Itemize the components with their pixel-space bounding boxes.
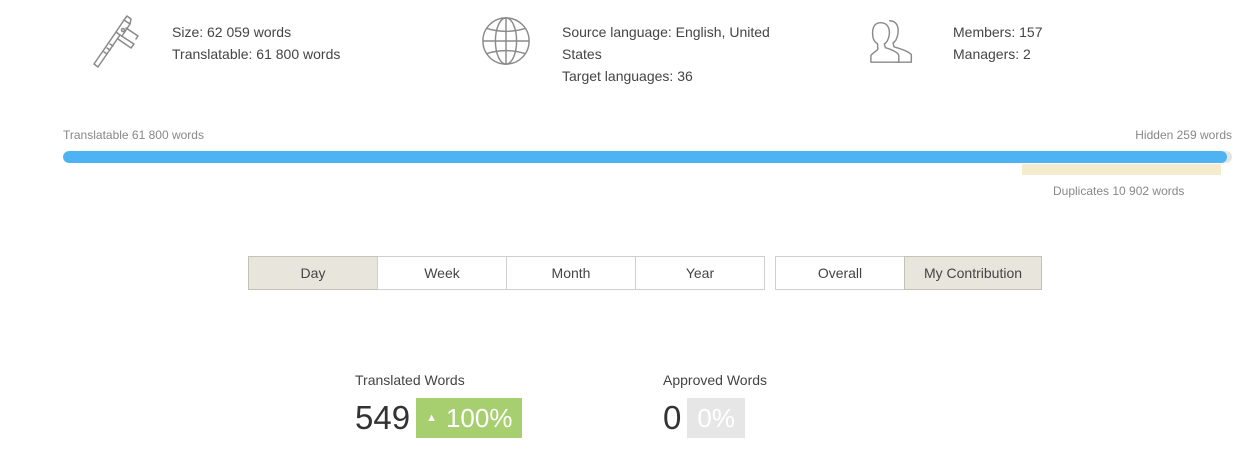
approved-words-stat: Approved Words 0 0% bbox=[663, 372, 767, 438]
translatable-bar-label: Translatable 61 800 words bbox=[63, 128, 204, 142]
translated-change-value: 100% bbox=[445, 402, 513, 433]
tab-year[interactable]: Year bbox=[635, 256, 765, 290]
members-text: Members: 157 Managers: 2 bbox=[953, 21, 1042, 65]
size-text: Size: 62 059 words Translatable: 61 800 … bbox=[172, 21, 340, 65]
tab-overall[interactable]: Overall bbox=[775, 256, 905, 290]
duplicates-band bbox=[1022, 164, 1221, 175]
hidden-bar-label: Hidden 259 words bbox=[1135, 128, 1232, 142]
period-selector: Day Week Month Year bbox=[248, 256, 765, 290]
translatable-fill bbox=[63, 151, 1228, 163]
approved-words-value: 0 bbox=[663, 399, 682, 436]
language-info: Source language: English, United States … bbox=[480, 14, 787, 87]
translated-words-label: Translated Words bbox=[355, 372, 465, 388]
word-progress-bar bbox=[63, 151, 1232, 163]
size-info: Size: 62 059 words Translatable: 61 800 … bbox=[90, 14, 340, 68]
duplicates-bar-label: Duplicates 10 902 words bbox=[1053, 184, 1185, 198]
arrow-up-icon: ▲ bbox=[426, 412, 437, 424]
tab-week[interactable]: Week bbox=[377, 256, 507, 290]
tab-day[interactable]: Day bbox=[248, 256, 378, 290]
managers-line: Managers: 2 bbox=[953, 46, 1031, 62]
target-languages-line: Target languages: 36 bbox=[562, 68, 693, 84]
translated-change-badge: ▲ 100% bbox=[416, 398, 523, 438]
members-info: Members: 157 Managers: 2 bbox=[868, 14, 1042, 68]
globe-icon bbox=[482, 17, 530, 65]
approved-change-value: 0% bbox=[697, 402, 735, 433]
members-line: Members: 157 bbox=[953, 24, 1043, 40]
approved-change-badge: 0% bbox=[687, 398, 745, 438]
users-icon bbox=[870, 20, 913, 63]
size-line: Size: 62 059 words bbox=[172, 24, 292, 40]
approved-words-label: Approved Words bbox=[663, 372, 768, 388]
translated-words-stat: Translated Words 549 ▲ 100% bbox=[355, 372, 523, 438]
tab-month[interactable]: Month bbox=[506, 256, 636, 290]
source-language-line: Source language: English, United States bbox=[562, 24, 770, 62]
translated-words-value: 549 bbox=[355, 399, 411, 436]
tab-my-contribution[interactable]: My Contribution bbox=[904, 256, 1042, 290]
caliper-icon bbox=[93, 15, 139, 68]
scope-selector: Overall My Contribution bbox=[775, 256, 1042, 290]
translatable-line: Translatable: 61 800 words bbox=[172, 46, 341, 62]
language-text: Source language: English, United States … bbox=[562, 21, 787, 87]
